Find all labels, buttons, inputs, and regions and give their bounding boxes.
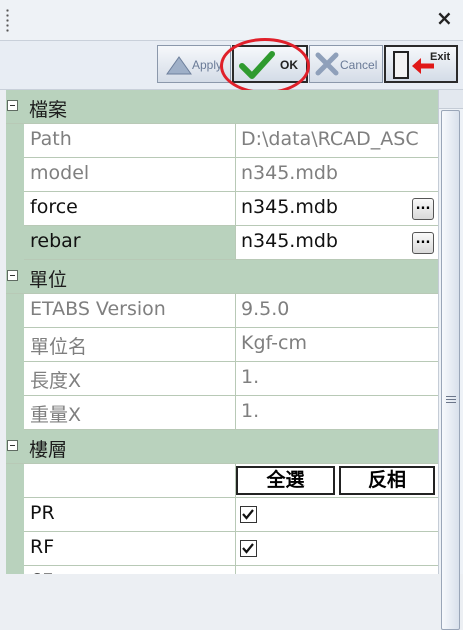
property-name: rebar (24, 226, 236, 259)
property-row-unit-name[interactable]: 單位名 Kgf-cm (6, 328, 438, 362)
floor-row-6f[interactable]: 6F (6, 566, 438, 574)
property-row-length[interactable]: 長度X 1. (6, 362, 438, 396)
property-value: n345.mdb (241, 162, 338, 184)
property-value[interactable]: n345.mdb (236, 226, 438, 259)
property-name: 重量X (24, 396, 236, 429)
cancel-button[interactable]: Cancel (309, 45, 383, 83)
floor-name: PR (24, 498, 236, 531)
ok-label: OK (280, 58, 298, 72)
property-grid: 檔案 Path D:\data\RCAD_ASC model n345.mdb … (6, 90, 438, 574)
check-icon (239, 51, 275, 79)
drag-grip[interactable] (6, 8, 9, 34)
property-row-force[interactable]: force n345.mdb ... (6, 192, 438, 226)
property-name: 單位名 (24, 328, 236, 361)
scrollbar-thumb[interactable] (441, 110, 460, 630)
floor-checkbox[interactable] (240, 540, 257, 557)
property-name: 長度X (24, 362, 236, 395)
collapse-icon[interactable] (7, 270, 18, 281)
exit-button[interactable]: Exit (384, 45, 458, 83)
thumb-grip-icon (446, 396, 456, 405)
apply-icon (166, 56, 192, 75)
collapse-icon[interactable] (7, 440, 18, 451)
category-label: 檔案 (29, 99, 68, 121)
checkmark-icon (242, 543, 254, 554)
property-row-etabs-version[interactable]: ETABS Version 9.5.0 (6, 294, 438, 328)
property-value: 1. (241, 400, 260, 422)
property-value: D:\data\RCAD_ASC (241, 128, 419, 150)
exit-label: Exit (430, 51, 451, 63)
cancel-label: Cancel (340, 58, 378, 72)
category-files[interactable]: 檔案 (6, 90, 438, 124)
category-units[interactable]: 單位 (6, 260, 438, 294)
category-floors[interactable]: 樓層 (6, 430, 438, 464)
floor-name: 6F (24, 566, 236, 574)
vertical-scrollbar[interactable] (438, 90, 463, 630)
floor-row-rf[interactable]: RF (6, 532, 438, 566)
property-value: 1. (241, 366, 260, 388)
category-label: 樓層 (29, 439, 68, 461)
property-name: model (24, 158, 236, 191)
ok-button[interactable]: OK (232, 45, 308, 83)
property-row-rebar[interactable]: rebar n345.mdb ... (6, 226, 438, 260)
floor-name: RF (24, 532, 236, 565)
property-value: 9.5.0 (241, 298, 290, 320)
checkmark-icon (242, 509, 254, 520)
property-name: force (24, 192, 236, 225)
toolbar: Apply OK Cancel Exit (0, 40, 463, 90)
property-value[interactable]: n345.mdb (236, 192, 438, 225)
browse-button[interactable]: ... (412, 198, 434, 220)
property-row-path[interactable]: Path D:\data\RCAD_ASC (6, 124, 438, 158)
floor-actions-row: 全選 反相 (6, 464, 438, 498)
close-icon[interactable]: × (436, 6, 453, 30)
scroll-up-arrow[interactable] (439, 90, 463, 109)
property-row-weight[interactable]: 重量X 1. (6, 396, 438, 430)
property-value: Kgf-cm (241, 332, 307, 354)
property-name: Path (24, 124, 236, 157)
cancel-x-icon (315, 52, 339, 76)
title-bar: × (0, 0, 463, 40)
property-row-model[interactable]: model n345.mdb (6, 158, 438, 192)
apply-button[interactable]: Apply (157, 45, 231, 83)
floor-row-pr[interactable]: PR (6, 498, 438, 532)
property-name: ETABS Version (24, 294, 236, 327)
select-all-button[interactable]: 全選 (236, 466, 335, 495)
invert-selection-button[interactable]: 反相 (339, 466, 435, 495)
floor-checkbox[interactable] (240, 506, 257, 523)
collapse-icon[interactable] (7, 100, 18, 111)
browse-button[interactable]: ... (412, 232, 434, 254)
apply-label: Apply (192, 58, 223, 72)
category-label: 單位 (29, 269, 68, 291)
